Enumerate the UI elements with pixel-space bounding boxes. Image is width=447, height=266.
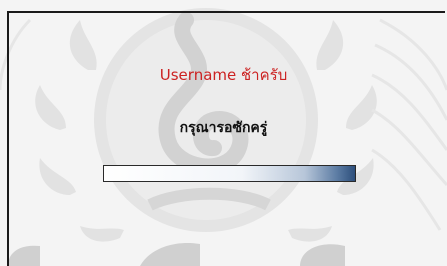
dialog-title: Username ช้าครับ (159, 66, 288, 84)
loading-window: Username ช้าครับ กรุณารอซักครู่ (0, 0, 447, 266)
dialog-message: กรุณารอซักครู่ (179, 120, 268, 136)
progress-bar-fill (104, 166, 355, 181)
progress-bar (103, 165, 356, 182)
